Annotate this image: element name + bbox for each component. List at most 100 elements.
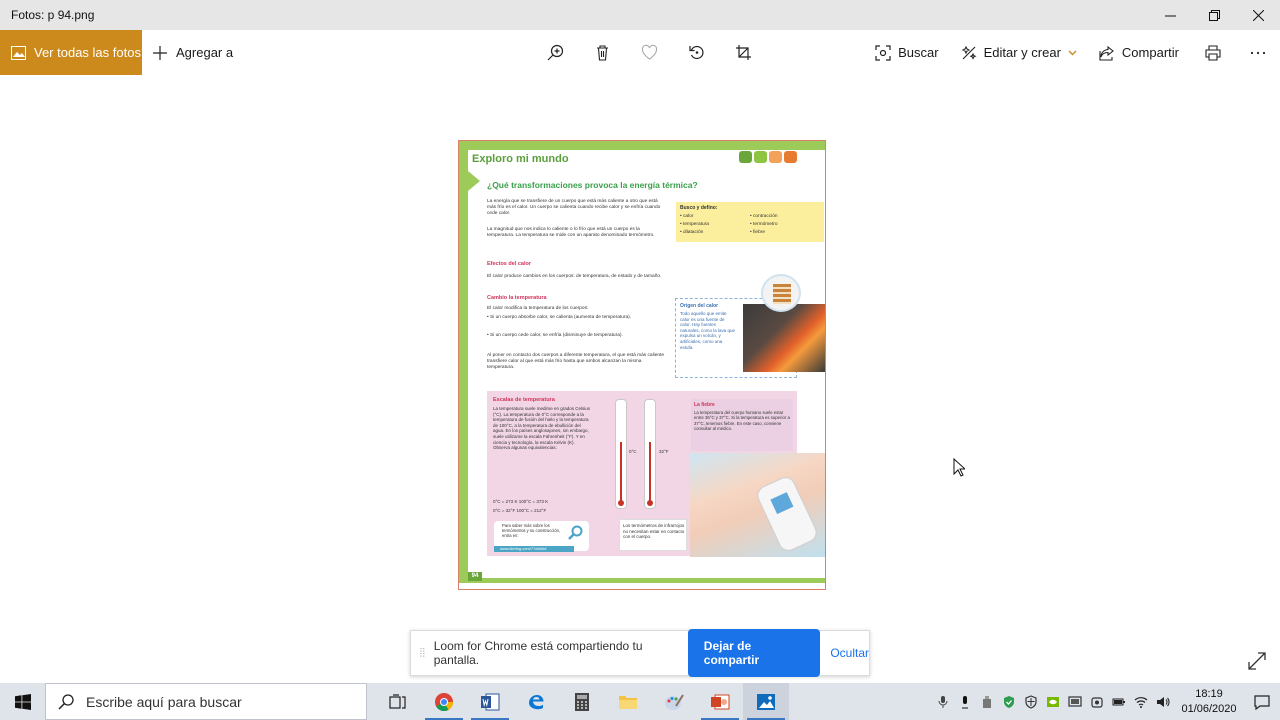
zoom-button[interactable] (532, 30, 579, 75)
photos-app-icon (757, 693, 775, 710)
nvidia-icon (1047, 696, 1059, 707)
link-url-bar[interactable]: www.tiching.com/7?##### (494, 546, 574, 552)
maximize-button[interactable] (1192, 0, 1236, 30)
edit-create-button[interactable]: Editar y crear (950, 30, 1088, 75)
security-tray[interactable] (998, 683, 1020, 720)
taskbar-search-box[interactable]: Escribe aquí para buscar (45, 683, 367, 720)
monitor-icon (1068, 695, 1082, 707)
right-tools: Buscar Editar y crear Compartir (864, 30, 1280, 75)
paint-taskbar-button[interactable] (651, 683, 697, 720)
start-button[interactable] (0, 683, 45, 720)
origin-text: Todo aquello que emite calor es una fuen… (680, 311, 736, 350)
defender-tray[interactable] (1020, 683, 1042, 720)
drag-handle[interactable]: ⦙⦙ (411, 646, 434, 661)
edge-taskbar-button[interactable] (513, 683, 559, 720)
photos-icon (11, 45, 26, 60)
more-icon (1250, 51, 1265, 54)
link-text: Para saber más sobre los termómetros y s… (502, 523, 561, 538)
add-to-label: Agregar a (176, 45, 234, 60)
wifi-icon (1134, 696, 1148, 708)
taskbar: Escribe aquí para buscar 18:19 01/06/202… (0, 683, 1280, 720)
search-label: Buscar (898, 45, 939, 60)
chevron-down-icon (1068, 50, 1077, 56)
badge-icon (739, 151, 752, 163)
paint-icon (665, 693, 684, 710)
origin-title: Origen del calor (680, 303, 719, 309)
command-bar: Ver todas las fotos Agregar a Buscar Edi… (0, 30, 1280, 75)
microphone-icon (938, 695, 948, 708)
photo-canvas: Exploro mi mundo ¿Qué transformaciones p… (0, 75, 1280, 683)
calculator-taskbar-button[interactable] (559, 683, 605, 720)
visual-search-icon (875, 44, 891, 61)
favorite-button[interactable] (626, 30, 673, 75)
share-label: Compartir (1121, 45, 1179, 60)
chrome-icon (435, 692, 453, 711)
page-question: ¿Qué transformaciones provoca la energía… (487, 180, 698, 190)
share-button[interactable]: Compartir (1088, 30, 1190, 75)
display-tray[interactable] (1064, 683, 1086, 720)
microphone-active-tray[interactable] (954, 683, 976, 720)
lava-photo (743, 304, 825, 372)
powerpoint-taskbar-button[interactable] (697, 683, 743, 720)
heart-icon (641, 44, 658, 60)
define-term: • dilatación (680, 230, 704, 235)
wifi-tray[interactable] (1130, 683, 1152, 720)
page-top-bar (459, 141, 825, 150)
microphone-tray[interactable] (932, 683, 954, 720)
page-left-bar (459, 150, 468, 580)
edge-icon (529, 694, 544, 709)
badge-icon (784, 151, 797, 163)
trash-icon (597, 45, 608, 61)
fullscreen-expand-icon[interactable] (1247, 651, 1267, 671)
equivalences-2: 0°C = 32°F 100°C = 212°F (493, 508, 547, 513)
scales-text: La temperatura suele medirse en grados C… (493, 406, 591, 451)
window-title: Fotos: p 94.png (11, 8, 95, 22)
speaker-icon (1157, 696, 1170, 707)
system-clock[interactable]: 18:19 01/06/2020 (1174, 687, 1244, 717)
sharing-message: Loom for Chrome está compartiendo tu pan… (433, 639, 643, 667)
edit-create-label: Editar y crear (983, 45, 1061, 60)
stop-sharing-button[interactable]: Dejar de compartir (687, 629, 821, 677)
file-explorer-taskbar-button[interactable] (605, 683, 651, 720)
page-bottom-bar (459, 578, 825, 583)
thermo-label-f: 32°F (659, 449, 669, 454)
windows-icon (14, 693, 31, 710)
textbook-page-image[interactable]: Exploro mi mundo ¿Qué transformaciones p… (458, 140, 826, 590)
fahrenheit-thermometer (644, 399, 656, 509)
task-view-button[interactable] (375, 683, 421, 720)
system-tray: 18:19 01/06/2020 (932, 683, 1280, 720)
bullet-absorbs: • Si un cuerpo absorbe calor, se calient… (487, 315, 632, 320)
search-icon (58, 693, 74, 710)
photos-taskbar-button[interactable] (743, 683, 789, 720)
close-button[interactable] (1236, 0, 1280, 30)
delete-button[interactable] (579, 30, 626, 75)
more-options-button[interactable] (1235, 30, 1280, 75)
view-all-photos-button[interactable]: Ver todas las fotos (0, 30, 142, 75)
app-tray[interactable] (1086, 683, 1108, 720)
word-taskbar-button[interactable] (467, 683, 513, 720)
section-title: Exploro mi mundo (472, 153, 569, 165)
page-number: 94 (468, 572, 482, 581)
badge-icon (769, 151, 782, 163)
task-view-icon (389, 693, 406, 709)
battery-tray[interactable] (1108, 683, 1130, 720)
link-url: www.tiching.com/7?##### (500, 546, 547, 551)
rotate-button[interactable] (673, 30, 720, 75)
hide-button[interactable]: Ocultar (830, 646, 869, 660)
minimize-button[interactable] (1148, 0, 1192, 30)
battery-plug-icon (1112, 698, 1125, 705)
chrome-taskbar-button[interactable] (421, 683, 467, 720)
heater-photo (761, 274, 801, 312)
change-heading: Cambio la temperatura (487, 295, 547, 301)
print-button[interactable] (1190, 30, 1235, 75)
crop-button[interactable] (720, 30, 767, 75)
usb-tray[interactable] (976, 683, 998, 720)
define-box-title: Busco y defino: (680, 205, 718, 211)
notifications-button[interactable] (1244, 683, 1280, 720)
volume-tray[interactable] (1152, 683, 1174, 720)
edit-icon (961, 45, 977, 60)
search-button[interactable]: Buscar (864, 30, 949, 75)
nvidia-tray[interactable] (1042, 683, 1064, 720)
add-to-button[interactable]: Agregar a (142, 45, 233, 61)
change-paragraph: El calor modifica la temperatura de los … (487, 306, 589, 311)
